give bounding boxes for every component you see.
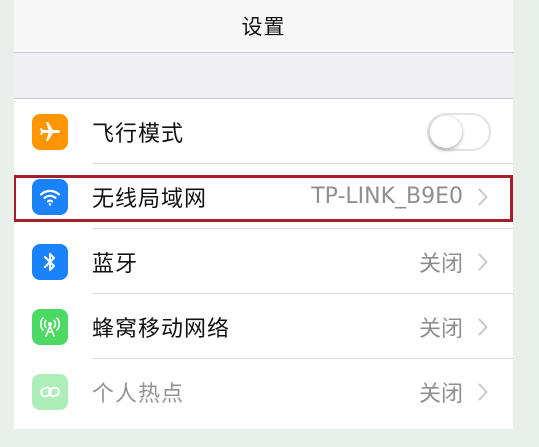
airplane-icon	[32, 114, 68, 150]
settings-row-personal-hotspot[interactable]: 个人热点 关闭	[14, 359, 513, 424]
settings-screen: 设置 飞行模式 无线局域网 TP-LINK_B9E0 蓝牙 关闭 蜂窝移动网络 …	[14, 0, 513, 429]
airplane-mode-toggle[interactable]	[427, 113, 491, 151]
settings-row-airplane-mode: 飞行模式	[14, 99, 513, 164]
page-title: 设置	[241, 15, 286, 39]
personal-hotspot-label: 个人热点	[92, 381, 185, 407]
bluetooth-icon	[32, 244, 68, 280]
cellular-value: 关闭	[418, 316, 463, 342]
cellular-label: 蜂窝移动网络	[92, 316, 231, 342]
bluetooth-label: 蓝牙	[92, 251, 139, 277]
wifi-icon	[32, 179, 68, 215]
settings-row-bluetooth[interactable]: 蓝牙 关闭	[14, 229, 513, 294]
settings-row-wlan[interactable]: 无线局域网 TP-LINK_B9E0	[14, 164, 513, 229]
cellular-antenna-icon	[32, 309, 68, 345]
wlan-value: TP-LINK_B9E0	[311, 184, 463, 209]
personal-hotspot-icon	[32, 374, 68, 410]
chevron-right-icon	[473, 314, 493, 340]
section-spacer	[14, 53, 513, 99]
toggle-knob	[430, 116, 462, 148]
wlan-label: 无线局域网	[92, 186, 208, 212]
navigation-bar: 设置	[14, 0, 513, 53]
airplane-mode-label: 飞行模式	[92, 121, 185, 147]
chevron-right-icon	[473, 184, 493, 210]
settings-row-cellular[interactable]: 蜂窝移动网络 关闭	[14, 294, 513, 359]
chevron-right-icon	[473, 379, 493, 405]
personal-hotspot-value: 关闭	[418, 381, 463, 407]
chevron-right-icon	[473, 249, 493, 275]
bluetooth-value: 关闭	[418, 251, 463, 277]
